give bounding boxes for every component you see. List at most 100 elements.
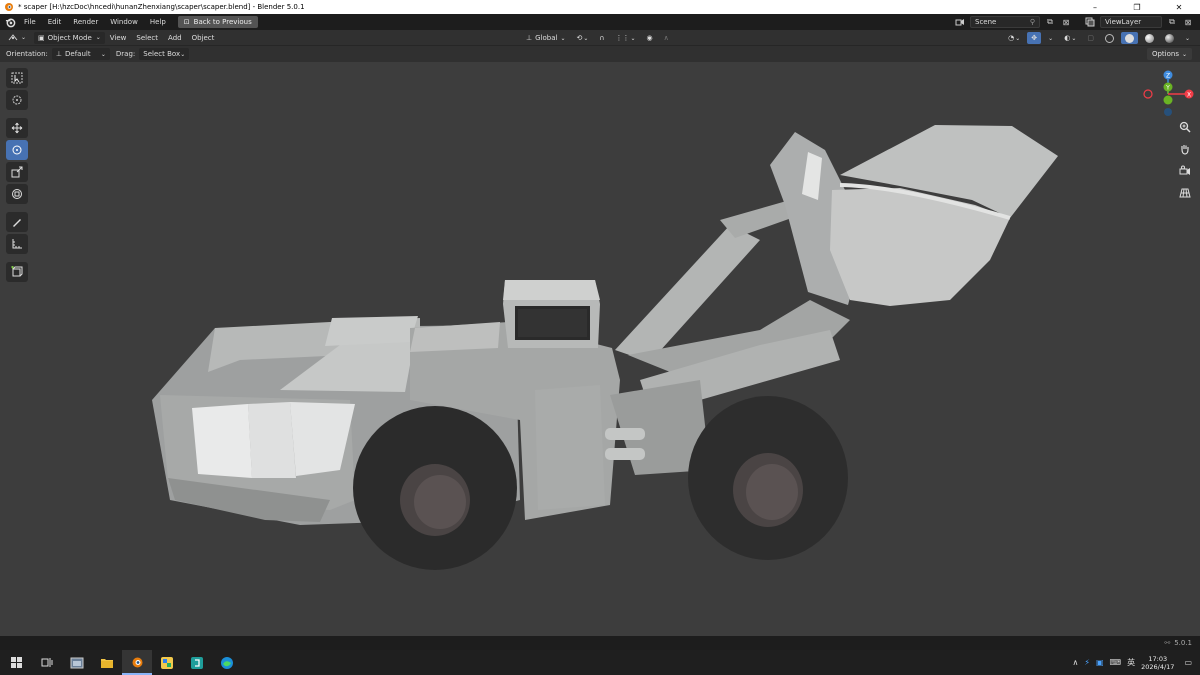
keyboard-icon[interactable]: ⌨ [1110, 658, 1122, 667]
transform-orientation-dropdown[interactable]: ⊥ Global ⌄ [522, 32, 569, 44]
cube-add-icon [11, 266, 23, 277]
scene-icon[interactable] [954, 16, 966, 28]
start-button[interactable] [0, 650, 32, 675]
shading-wireframe[interactable] [1101, 32, 1118, 44]
chevron-down-icon: ⌄ [95, 34, 101, 41]
drag-dropdown[interactable]: Select Box ⌄ [139, 48, 190, 60]
gizmo-z-label: Z [1166, 73, 1170, 80]
gizmo-dropdown[interactable]: ⌄ [1044, 32, 1057, 44]
menu-file[interactable]: File [18, 18, 42, 26]
hand-pan-icon[interactable] [1176, 140, 1194, 158]
overlays-icon: ◐ [1064, 34, 1071, 42]
shading-solid[interactable] [1120, 32, 1138, 44]
back-to-previous-button[interactable]: ⊡ Back to Previous [177, 16, 258, 28]
proportional-editing-toggle[interactable]: ◉ [643, 32, 657, 44]
taskbar-app-edge[interactable] [212, 650, 242, 675]
select-box-tool[interactable] [6, 68, 28, 88]
windows-logo-icon [10, 657, 22, 668]
close-button[interactable]: ✕ [1158, 0, 1200, 14]
move-tool[interactable] [6, 118, 28, 138]
viewlayer-selector[interactable]: ViewLayer [1100, 16, 1162, 28]
move-arrows-icon [11, 122, 23, 134]
header-menu-add[interactable]: Add [163, 34, 187, 42]
gizmo-neg-z-axis[interactable] [1164, 108, 1172, 116]
editor-type-dropdown[interactable]: ⌄ [4, 32, 30, 44]
shading-material[interactable] [1141, 32, 1158, 44]
taskbar-app-terminal[interactable] [182, 650, 212, 675]
measure-tool[interactable] [6, 234, 28, 254]
add-cube-tool[interactable] [6, 262, 28, 282]
snap-grid-icon: ⋮⋮ [615, 34, 630, 42]
minimize-button[interactable]: – [1074, 0, 1116, 14]
remove-viewlayer-icon[interactable]: ⊠ [1182, 16, 1194, 28]
orientation-axes-icon: ⊥ [526, 34, 533, 42]
rotate-icon [12, 145, 22, 155]
shading-dropdown[interactable]: ⌄ [1181, 32, 1194, 44]
gizmo-neg-y-axis[interactable] [1163, 95, 1173, 105]
rotate-tool[interactable] [6, 140, 28, 160]
shading-rendered[interactable] [1161, 32, 1178, 44]
snap-toggle[interactable]: ∩ [595, 32, 608, 44]
drag-label: Drag: [115, 50, 136, 58]
scraper-loader-model[interactable] [0, 62, 1200, 636]
object-mode-dropdown[interactable]: ▣ Object Mode ⌄ [34, 31, 105, 44]
maximize-button[interactable]: ❐ [1116, 0, 1158, 14]
navigation-gizmo[interactable]: Z Y X [1138, 66, 1198, 126]
memory-icon: ⚯ [1164, 639, 1171, 647]
windows-taskbar: ∧ ⚡ ▣ ⌨ 英 17:03 2026/4/17 ▭ [0, 650, 1200, 675]
transform-tool[interactable] [6, 184, 28, 204]
gizmo-y-label: Y [1165, 85, 1170, 92]
new-viewlayer-icon[interactable]: ⧉ [1166, 16, 1178, 28]
notification-icon[interactable]: ▭ [1184, 658, 1192, 667]
tray-app-icon[interactable]: ⚡ [1084, 658, 1090, 667]
new-scene-icon[interactable]: ⧉ [1044, 16, 1056, 28]
taskbar-app-file-explorer[interactable] [92, 650, 122, 675]
scene-selector[interactable]: Scene ⚲ [970, 16, 1040, 28]
pivot-point-dropdown[interactable]: ⟲ ⌄ [572, 32, 592, 44]
teal-app-icon [191, 656, 203, 669]
gizmo-toggle[interactable]: ✥ [1027, 32, 1042, 44]
snap-target-dropdown[interactable]: ⋮⋮ ⌄ [612, 32, 640, 44]
chevron-down-icon: ⌄ [1181, 50, 1187, 58]
camera-view-icon[interactable] [1176, 162, 1194, 180]
drag-value: Select Box [143, 50, 181, 58]
falloff-dropdown[interactable]: ∧ [660, 32, 673, 44]
ime-indicator[interactable]: 英 [1127, 657, 1135, 668]
orientation-dropdown[interactable]: ⊥ Default ⌄ [51, 48, 110, 60]
chevron-down-icon: ⌄ [100, 50, 106, 58]
3d-cursor-icon [12, 95, 22, 105]
viewlayer-label: ViewLayer [1105, 18, 1142, 26]
overlays-toggle[interactable]: ◐ ⌄ [1060, 32, 1080, 44]
taskbar-app-paint[interactable] [152, 650, 182, 675]
options-button[interactable]: Options ⌄ [1146, 48, 1192, 60]
tray-expand-icon[interactable]: ∧ [1073, 658, 1079, 667]
blender-logo-icon[interactable] [2, 14, 18, 30]
menu-render[interactable]: Render [67, 18, 104, 26]
cursor-arrow-icon [11, 72, 23, 84]
viewlayer-icon[interactable] [1084, 16, 1096, 28]
task-view-button[interactable] [32, 650, 62, 675]
zoom-icon[interactable] [1176, 118, 1194, 136]
taskbar-app-explorer-window[interactable] [62, 650, 92, 675]
gizmo-neg-x-axis[interactable] [1143, 89, 1153, 99]
tray-security-icon[interactable]: ▣ [1096, 658, 1104, 667]
header-menu-object[interactable]: Object [187, 34, 220, 42]
system-clock[interactable]: 17:03 2026/4/17 [1141, 655, 1174, 671]
menu-help[interactable]: Help [144, 18, 172, 26]
blender-app-icon [2, 0, 16, 14]
visibility-dropdown[interactable]: ◔ ⌄ [1004, 32, 1024, 44]
annotate-tool[interactable] [6, 212, 28, 232]
menu-window[interactable]: Window [104, 18, 144, 26]
header-menu-view[interactable]: View [105, 34, 132, 42]
header-menu-select[interactable]: Select [131, 34, 163, 42]
pencil-icon [13, 219, 21, 227]
menu-edit[interactable]: Edit [42, 18, 68, 26]
front-wheel [688, 396, 848, 560]
xray-toggle[interactable]: ▢ [1083, 32, 1098, 44]
taskbar-app-blender[interactable] [122, 650, 152, 675]
perspective-toggle-icon[interactable] [1176, 184, 1194, 202]
remove-scene-icon[interactable]: ⊠ [1060, 16, 1072, 28]
cursor-tool[interactable] [6, 90, 28, 110]
chevron-down-icon: ⌄ [1184, 34, 1190, 42]
scale-tool[interactable] [6, 162, 28, 182]
